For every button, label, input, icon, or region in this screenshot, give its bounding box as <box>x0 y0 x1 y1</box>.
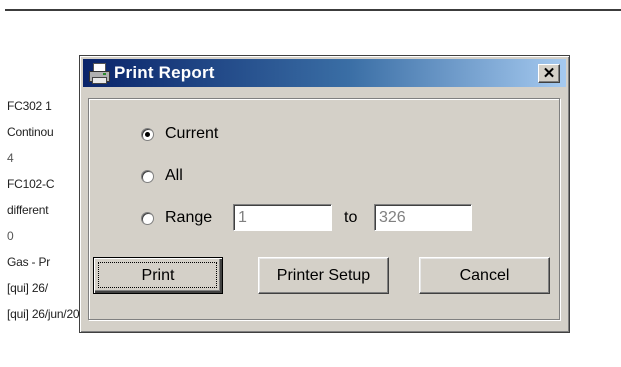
printer-icon <box>89 63 110 84</box>
close-button[interactable]: ✕ <box>538 64 560 83</box>
report-line: FC302 1 <box>7 99 52 113</box>
report-line: different <box>7 203 49 217</box>
document-rule <box>5 9 621 11</box>
dialog-titlebar[interactable]: Print Report ✕ <box>83 59 566 87</box>
radio-all[interactable]: All <box>141 167 183 185</box>
radio-range[interactable]: Range <box>141 209 212 227</box>
report-line: Continou <box>7 125 54 139</box>
printer-setup-button-label: Printer Setup <box>276 266 371 284</box>
report-line: 4 <box>7 151 14 165</box>
report-line: Gas - Pr <box>7 255 51 269</box>
report-line: [qui] 26/ <box>7 281 48 295</box>
range-from-input[interactable]: 1 <box>233 204 332 231</box>
radio-button[interactable] <box>141 169 154 183</box>
cancel-button-label: Cancel <box>459 266 510 284</box>
radio-button-checked[interactable] <box>141 127 154 141</box>
radio-button[interactable] <box>141 211 154 225</box>
dialog-title: Print Report <box>114 63 215 82</box>
print-options-group: Current All Range 1 to 326 Print Printer… <box>88 98 560 320</box>
close-icon: ✕ <box>542 65 556 82</box>
radio-current-label: Current <box>165 125 219 142</box>
print-report-dialog: Print Report ✕ Current All Range 1 to 32… <box>79 55 570 333</box>
print-button[interactable]: Print <box>93 257 223 294</box>
range-to-input[interactable]: 326 <box>374 204 472 231</box>
radio-all-label: All <box>165 167 183 184</box>
radio-current[interactable]: Current <box>141 125 218 143</box>
report-line: FC102-C <box>7 177 55 191</box>
cancel-button[interactable]: Cancel <box>419 257 550 294</box>
focus-rectangle <box>98 262 217 288</box>
printer-setup-button[interactable]: Printer Setup <box>258 257 389 294</box>
report-line: 0 <box>7 229 14 243</box>
range-to-label: to <box>344 209 358 226</box>
radio-range-label: Range <box>165 209 213 226</box>
